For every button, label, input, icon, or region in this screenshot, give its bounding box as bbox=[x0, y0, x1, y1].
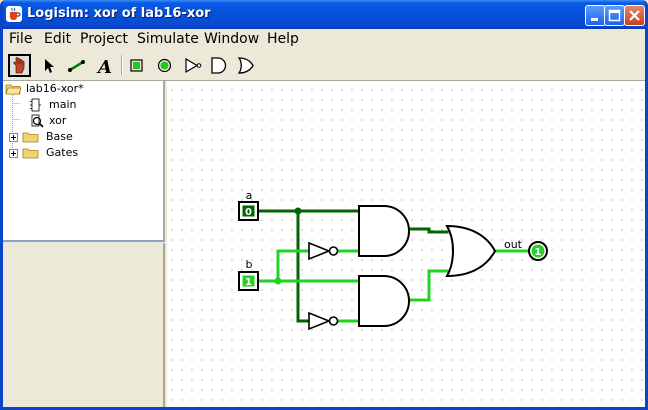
title-bar[interactable]: Logisim: xor of lab16-xor bbox=[3, 0, 645, 29]
menu-project[interactable]: Project bbox=[80, 31, 128, 47]
and-gate-tool-button[interactable] bbox=[207, 54, 230, 77]
input-pin-a[interactable]: 0 bbox=[238, 201, 259, 221]
expand-plus-icon[interactable] bbox=[9, 133, 18, 142]
and-gate-bottom[interactable] bbox=[358, 275, 410, 327]
round-pin-icon bbox=[157, 58, 172, 73]
wiring-tool-button[interactable] bbox=[65, 54, 88, 77]
pin-label: b bbox=[246, 258, 253, 271]
output-pin-out[interactable]: 1 bbox=[528, 241, 548, 261]
not-gate-icon bbox=[185, 57, 202, 74]
attribute-panel bbox=[3, 243, 165, 407]
or-gate-tool-button[interactable] bbox=[234, 54, 257, 77]
java-cup-icon bbox=[6, 6, 22, 22]
close-icon bbox=[629, 10, 640, 21]
or-gate[interactable] bbox=[445, 224, 497, 278]
hand-icon bbox=[13, 57, 25, 74]
wire-junction bbox=[274, 277, 282, 285]
menu-simulate[interactable]: Simulate bbox=[137, 31, 199, 47]
input-pin-tool-button[interactable] bbox=[126, 54, 149, 77]
maximize-icon bbox=[608, 9, 621, 22]
menu-bar: File Edit Project Simulate Window Help bbox=[3, 29, 645, 49]
wire-a-net[interactable] bbox=[257, 209, 449, 323]
circuit-magnify-icon bbox=[31, 114, 44, 128]
arrow-icon bbox=[45, 59, 54, 73]
tree-project-label: lab16-xor* bbox=[26, 82, 84, 95]
app-window: Logisim: xor of lab16-xor File Edit Proj… bbox=[0, 0, 648, 410]
tree-library-label: Base bbox=[46, 130, 73, 143]
folder-icon bbox=[22, 148, 39, 159]
minimize-icon bbox=[591, 18, 598, 21]
or-gate-icon bbox=[237, 57, 254, 74]
and-gate-top[interactable] bbox=[358, 205, 410, 257]
folder-icon bbox=[22, 132, 39, 143]
pin-label: a bbox=[246, 189, 253, 202]
tree-circuit-label: main bbox=[49, 98, 77, 111]
square-pin-icon bbox=[130, 59, 143, 72]
menu-help[interactable]: Help bbox=[267, 31, 299, 47]
not-gate-bottom[interactable] bbox=[308, 311, 339, 331]
tree-circuit-label: xor bbox=[49, 114, 67, 127]
circuit-diagram: 0 a 1 b 1 out bbox=[238, 189, 548, 331]
menu-file[interactable]: File bbox=[9, 31, 32, 47]
wire-junction bbox=[294, 207, 302, 215]
toolbar-separator bbox=[121, 55, 123, 75]
folder-open-icon bbox=[5, 84, 22, 95]
minimize-button[interactable] bbox=[585, 5, 606, 26]
pin-value: 1 bbox=[245, 277, 252, 288]
expand-plus-icon[interactable] bbox=[9, 149, 18, 158]
poke-tool-button[interactable] bbox=[8, 54, 31, 77]
and-gate-icon bbox=[211, 57, 227, 74]
toolbar: A bbox=[3, 51, 645, 81]
menu-window[interactable]: Window bbox=[204, 31, 259, 47]
svg-text:A: A bbox=[96, 57, 112, 77]
close-button[interactable] bbox=[624, 5, 645, 26]
text-tool-button[interactable]: A bbox=[94, 54, 117, 77]
project-explorer: lab16-xor* main xor Base Gates bbox=[3, 81, 165, 242]
circuit-icon bbox=[30, 98, 41, 112]
window-title: Logisim: xor of lab16-xor bbox=[27, 6, 211, 21]
wire-icon bbox=[68, 60, 85, 72]
input-pin-b[interactable]: 1 bbox=[238, 271, 259, 291]
pin-label: out bbox=[504, 238, 523, 251]
circuit-canvas[interactable]: 0 a 1 b 1 out bbox=[167, 81, 645, 407]
not-gate-top[interactable] bbox=[308, 241, 339, 261]
pin-value: 1 bbox=[535, 247, 542, 258]
pin-value: 0 bbox=[245, 207, 252, 218]
tree-library-label: Gates bbox=[46, 146, 79, 159]
output-pin-tool-button[interactable] bbox=[153, 54, 176, 77]
tree-lines bbox=[12, 95, 21, 156]
menu-edit[interactable]: Edit bbox=[44, 31, 71, 47]
maximize-button[interactable] bbox=[604, 5, 625, 26]
not-gate-tool-button[interactable] bbox=[181, 54, 204, 77]
text-a-icon: A bbox=[96, 57, 112, 77]
select-tool-button[interactable] bbox=[37, 54, 60, 77]
